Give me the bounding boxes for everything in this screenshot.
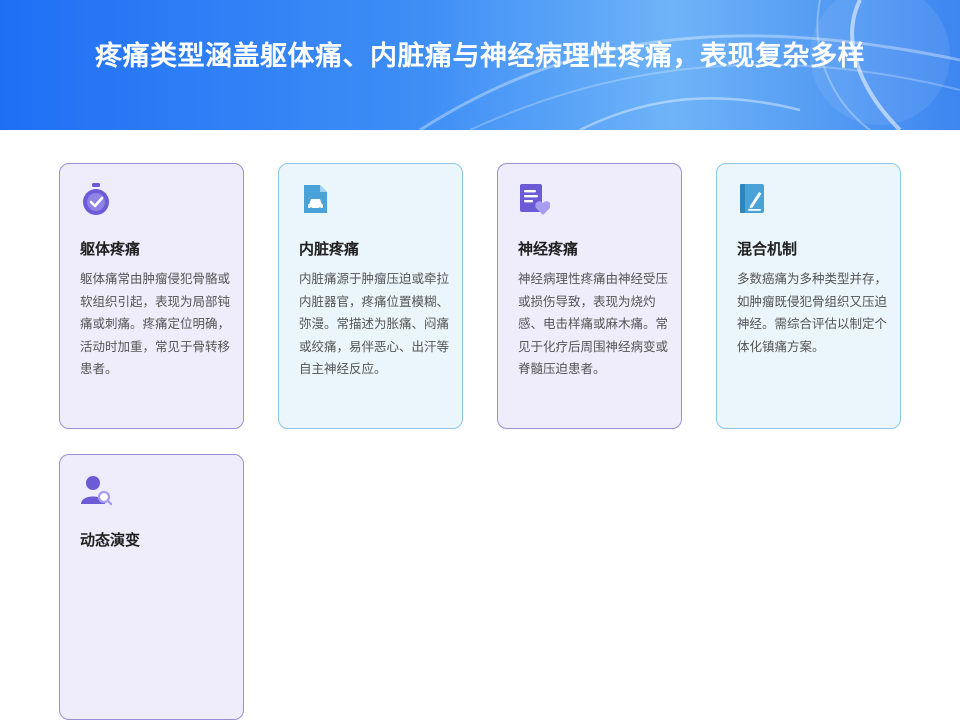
card-text: 躯体痛常由肿瘤侵犯骨骼或软组织引起，表现为局部钝痛或刺痛。疼痛定位明确，活动时加… (80, 271, 231, 376)
notebook-pen-icon (740, 184, 764, 213)
stopwatch-check-icon (83, 183, 109, 215)
card-text: 内脏痛源于肿瘤压迫或牵拉内脏器官，疼痛位置模糊、弥漫。常描述为胀痛、闷痛或绞痛，… (299, 271, 450, 376)
card-title: 躯体疼痛 (80, 240, 141, 258)
card-title: 混合机制 (737, 240, 798, 258)
card-text: 神经病理性疼痛由神经受压或损伤导致，表现为烧灼感、电击样痛或麻木痛。常见于化疗后… (518, 271, 669, 376)
card-text: 多数癌痛为多种类型并存，如肿瘤既侵犯骨组织又压迫神经。需综合评估以制定个体化镇痛… (737, 271, 888, 354)
card-title: 神经疼痛 (518, 240, 579, 258)
card-dynamic-evolution: 动态演变 (59, 454, 244, 720)
card-neuropathic-pain: 神经疼痛 神经病理性疼痛由神经受压或损伤导致，表现为烧灼感、电击样痛或麻木痛。常… (497, 163, 682, 429)
card-visceral-pain: 内脏疼痛 内脏痛源于肿瘤压迫或牵拉内脏器官，疼痛位置模糊、弥漫。常描述为胀痛、闷… (278, 163, 463, 429)
car-document-icon (304, 185, 327, 213)
document-heart-icon (520, 184, 550, 215)
card-title: 内脏疼痛 (299, 240, 360, 258)
page-title: 疼痛类型涵盖躯体痛、内脏痛与神经病理性疼痛，表现复杂多样 (95, 41, 865, 72)
user-search-icon (81, 476, 112, 506)
card-mixed-mechanism: 混合机制 多数癌痛为多种类型并存，如肿瘤既侵犯骨组织又压迫神经。需综合评估以制定… (716, 163, 901, 429)
header-banner: 疼痛类型涵盖躯体痛、内脏痛与神经病理性疼痛，表现复杂多样 (0, 0, 960, 130)
card-somatic-pain: 躯体疼痛 躯体痛常由肿瘤侵犯骨骼或软组织引起，表现为局部钝痛或刺痛。疼痛定位明确… (59, 163, 244, 429)
